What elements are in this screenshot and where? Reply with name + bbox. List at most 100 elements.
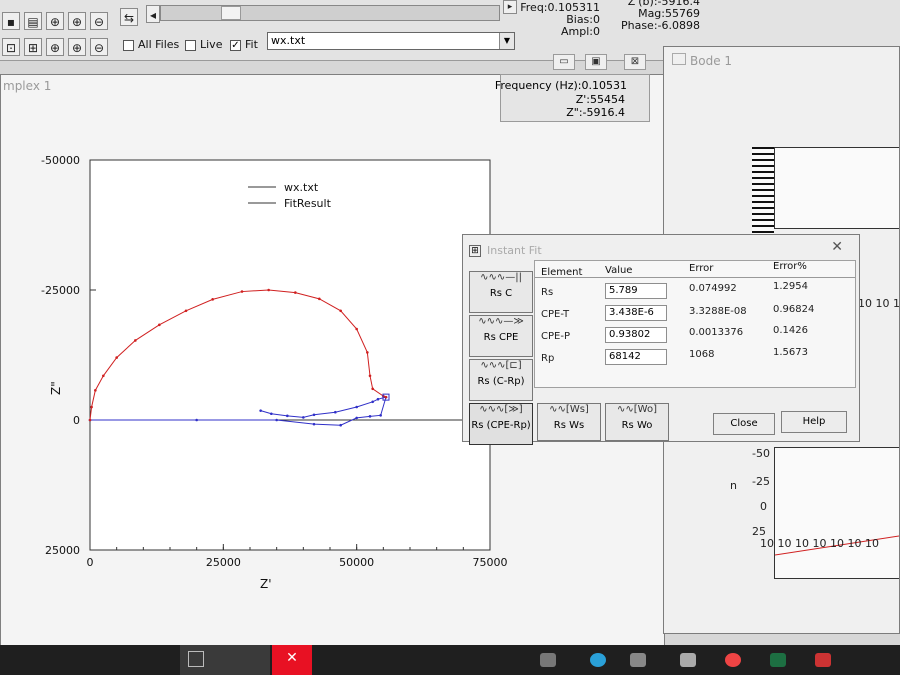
data-point [302, 416, 305, 419]
close-window-button[interactable]: ⊠ [624, 54, 646, 70]
scroll-thumb[interactable] [221, 6, 241, 20]
excel-icon[interactable] [770, 653, 786, 667]
fit-point [339, 309, 342, 313]
bode-ylabel: n [730, 479, 737, 492]
taskbar-icon-4[interactable] [680, 653, 696, 667]
y-tick-label: -50000 [41, 154, 80, 167]
row-cpe-p-element: CPE-P [541, 331, 570, 342]
row-rs-value[interactable]: 5.789 [605, 283, 667, 299]
bode-phase-line [774, 535, 900, 556]
complex-window-title: mplex 1 [3, 79, 52, 93]
print-icon[interactable]: ▤ [24, 12, 42, 30]
bode-ytick-2: -25 [752, 475, 770, 488]
maximize-button[interactable]: ▣ [585, 54, 607, 70]
circuit-icon: ∿∿[Wo] [617, 404, 657, 415]
model-rs-c-label: Rs C [489, 288, 513, 299]
row-cpe-p-value[interactable]: 0.93802 [605, 327, 667, 343]
taskbar-icon-7[interactable] [815, 653, 831, 667]
chrome-icon[interactable] [725, 653, 741, 667]
magnify-minus-icon[interactable]: ⊖ [90, 38, 108, 56]
fit-dialog-icon: ⊞ [469, 245, 481, 257]
data-point [376, 397, 380, 401]
close-icon: ✕ [286, 650, 298, 666]
fit-point [355, 327, 358, 331]
fit-dialog-close-icon[interactable]: ✕ [831, 239, 843, 255]
fit-point [318, 297, 321, 301]
col-header-error: Error [689, 263, 714, 274]
circuit-icon: ∿∿[Ws] [549, 404, 589, 415]
minimize-button[interactable]: ▭ [553, 54, 575, 70]
taskbar-close-button[interactable]: ✕ [272, 645, 312, 675]
fit-label: Fit [245, 38, 258, 51]
fit-point [184, 309, 188, 313]
row-rs-error-pct: 1.2954 [773, 281, 808, 292]
row-rp-element: Rp [541, 353, 555, 364]
data-point [355, 416, 358, 420]
magnify-icon[interactable]: ⊕ [46, 38, 64, 56]
model-rs-cpe-rp[interactable]: ∿∿∿[≫] Rs (CPE-Rp) [469, 403, 533, 445]
close-button[interactable]: Close [713, 413, 775, 435]
fit-checkbox[interactable]: ✓ [230, 40, 241, 51]
maximize-icon: ▣ [591, 56, 601, 67]
zoom-in-icon[interactable]: ⊕ [68, 12, 86, 30]
data-point [379, 414, 382, 417]
zoom-out-icon[interactable]: ⊖ [90, 12, 108, 30]
model-rs-cpe[interactable]: ∿∿∿—≫ Rs CPE [469, 315, 533, 357]
fit-point [267, 288, 270, 292]
help-button[interactable]: Help [781, 411, 847, 433]
model-rs-c[interactable]: ∿∿∿—|| Rs C [469, 271, 533, 313]
taskbar-icon-1[interactable] [540, 653, 556, 667]
chevron-down-icon[interactable]: ▼ [499, 33, 514, 49]
live-label: Live [200, 38, 223, 51]
model-rs-wo[interactable]: ∿∿[Wo] Rs Wo [605, 403, 669, 441]
fit-point [211, 298, 214, 301]
row-rp-error: 1068 [689, 349, 715, 360]
chart-icon[interactable]: ⊡ [2, 38, 20, 56]
point-z-real: Z':55454 [575, 93, 625, 106]
bode-lower-axes [774, 447, 900, 579]
taskbar-app-button[interactable] [180, 645, 270, 675]
row-rs-element: Rs [541, 287, 554, 298]
all-files-checkbox[interactable] [123, 40, 134, 51]
fit-point [240, 290, 244, 293]
model-rs-ws[interactable]: ∿∿[Ws] Rs Ws [537, 403, 601, 441]
circuit-icon: ∿∿∿—|| [480, 272, 522, 283]
browser-icon[interactable] [590, 653, 606, 667]
header-divider [535, 277, 855, 278]
fit-icon[interactable]: ⊞ [24, 38, 42, 56]
row-rp-error-pct: 1.5673 [773, 347, 808, 358]
row-cpe-t-value[interactable]: 3.438E-6 [605, 305, 667, 321]
taskbar-icon-3[interactable] [630, 653, 646, 667]
x-axis-label: Z' [260, 577, 272, 591]
bode-ytick-3: 0 [760, 500, 767, 513]
bode-ytick-1: -50 [752, 447, 770, 460]
x-tick-label: 75000 [473, 556, 508, 569]
plot-area [89, 159, 491, 551]
nav-right-button[interactable]: ▸ [503, 0, 517, 14]
live-checkbox[interactable] [185, 40, 196, 51]
close-icon: ⊠ [630, 56, 640, 67]
scroll-track[interactable] [160, 5, 500, 21]
y-tick-label: -25000 [41, 284, 80, 297]
circuit-icon: ∿∿∿[⊏] [480, 360, 522, 371]
magnify-plus-icon[interactable]: ⊕ [68, 38, 86, 56]
fit-point [134, 339, 137, 342]
file-combo[interactable]: wx.txt ▼ [267, 32, 515, 50]
transfer-icon[interactable]: ⇆ [120, 8, 138, 26]
bode-bottom-ticks: 10 10 10 10 10 10 10 [760, 537, 879, 550]
legend-label-fit: FitResult [284, 197, 332, 210]
data-point [312, 413, 316, 417]
disk-icon[interactable]: ▪ [2, 12, 20, 30]
nav-left-button[interactable]: ◂ [146, 5, 160, 23]
check-icon: ✓ [231, 40, 240, 51]
model-rs-c-rp[interactable]: ∿∿∿[⊏] Rs (C-Rp) [469, 359, 533, 401]
readout-left: Freq:0.105311 Bias:0 Ampl:0 [520, 2, 600, 38]
readout-right: Z'(b):-5916.4 Mag:55769 Phase:-6.0898 [600, 0, 700, 32]
row-rp-value[interactable]: 68142 [605, 349, 667, 365]
y-tick-label: 25000 [45, 544, 80, 557]
data-point [195, 418, 198, 422]
data-point [270, 412, 273, 416]
zoom-icon[interactable]: ⊕ [46, 12, 64, 30]
model-rs-wo-label: Rs Wo [621, 420, 653, 431]
bode-title-text: Bode 1 [690, 54, 733, 68]
